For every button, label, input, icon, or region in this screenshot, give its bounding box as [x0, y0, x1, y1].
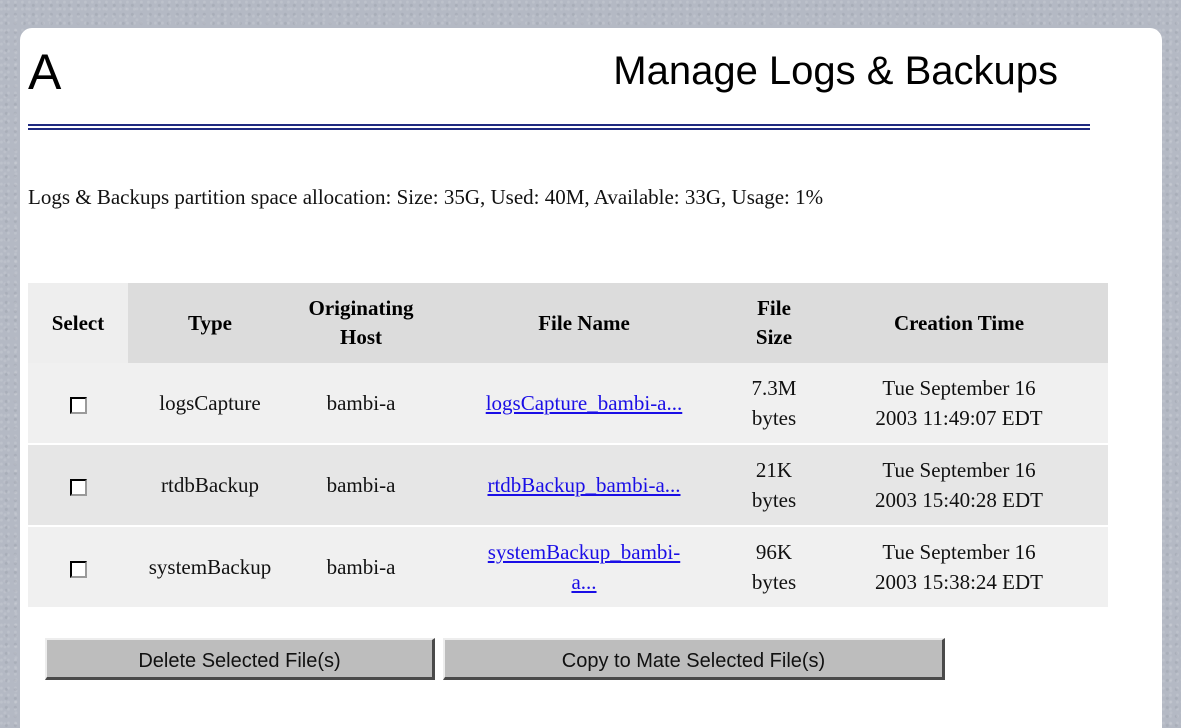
- creation-time-cell: Tue September 16 2003 15:38:24 EDT: [810, 525, 1108, 607]
- table-row: logsCapture bambi-a logsCapture_bambi-a.…: [28, 363, 1108, 444]
- creation-time-cell: Tue September 16 2003 15:40:28 EDT: [810, 443, 1108, 526]
- file-size-unit: bytes: [751, 488, 797, 512]
- host-cell: bambi-a: [292, 363, 430, 444]
- header-divider: [28, 124, 1090, 126]
- select-checkbox[interactable]: [69, 560, 87, 578]
- file-name-cell: logsCapture_bambi-a...: [430, 363, 738, 444]
- file-name-link[interactable]: logsCapture_bambi-a...: [486, 391, 683, 415]
- file-name-cell: systemBackup_bambi-a...: [430, 525, 738, 607]
- select-cell: [28, 443, 128, 526]
- column-header-originating-host: Originating Host: [292, 283, 430, 363]
- file-size-value: 7.3M: [751, 376, 797, 400]
- delete-selected-files-button[interactable]: Delete Selected File(s): [45, 638, 435, 680]
- creation-time-line2: 2003 15:38:24 EDT: [875, 570, 1043, 594]
- table-header-row: Select Type Originating Host File Name F…: [28, 283, 1108, 363]
- file-size-value: 96K: [755, 540, 793, 564]
- select-cell: [28, 363, 128, 444]
- file-name-line1: rtdbBackup_bambi-a...: [487, 473, 681, 497]
- file-size-unit: bytes: [751, 406, 797, 430]
- partition-space-info: Logs & Backups partition space allocatio…: [28, 185, 824, 209]
- select-checkbox[interactable]: [69, 478, 87, 496]
- table-row: systemBackup bambi-a systemBackup_bambi-…: [28, 525, 1108, 607]
- column-header-size-line1: File: [757, 296, 791, 320]
- creation-time-line2: 2003 11:49:07 EDT: [875, 406, 1043, 430]
- table-row: rtdbBackup bambi-a rtdbBackup_bambi-a...…: [28, 443, 1108, 526]
- column-header-file-name: File Name: [430, 283, 738, 363]
- column-header-size-line2: Size: [755, 325, 793, 349]
- file-name-line1: logsCapture_bambi-a...: [485, 391, 683, 415]
- file-size-cell: 7.3M bytes: [738, 363, 810, 444]
- page-header: A Manage Logs & Backups: [28, 44, 1090, 130]
- logo: A: [28, 44, 62, 100]
- column-header-host-line1: Originating: [308, 296, 414, 320]
- type-cell: logsCapture: [128, 363, 292, 444]
- header-divider: [28, 128, 1090, 130]
- files-table: Select Type Originating Host File Name F…: [28, 283, 1108, 607]
- copy-to-mate-button[interactable]: Copy to Mate Selected File(s): [443, 638, 945, 680]
- creation-time-line1: Tue September 16: [882, 458, 1036, 482]
- file-size-value: 21K: [755, 458, 793, 482]
- column-header-creation-time: Creation Time: [810, 283, 1108, 363]
- page-title: Manage Logs & Backups: [613, 49, 1058, 93]
- file-size-cell: 96K bytes: [738, 525, 810, 607]
- file-size-cell: 21K bytes: [738, 443, 810, 526]
- file-name-cell: rtdbBackup_bambi-a...: [430, 443, 738, 526]
- host-cell: bambi-a: [292, 443, 430, 526]
- file-name-line1: systemBackup_bambi-: [487, 540, 681, 564]
- type-cell: rtdbBackup: [128, 443, 292, 526]
- host-cell: bambi-a: [292, 525, 430, 607]
- column-header-host-line2: Host: [340, 325, 382, 349]
- file-name-link[interactable]: systemBackup_bambi-a...: [488, 540, 680, 594]
- file-name-link[interactable]: rtdbBackup_bambi-a...: [487, 473, 680, 497]
- select-checkbox[interactable]: [69, 396, 87, 414]
- column-header-select: Select: [28, 283, 128, 363]
- select-cell: [28, 525, 128, 607]
- creation-time-line1: Tue September 16: [882, 540, 1036, 564]
- column-header-file-size: File Size: [738, 283, 810, 363]
- file-name-line2: a...: [571, 570, 597, 594]
- creation-time-cell: Tue September 16 2003 11:49:07 EDT: [810, 363, 1108, 444]
- file-size-unit: bytes: [751, 570, 797, 594]
- column-header-type: Type: [128, 283, 292, 363]
- type-cell: systemBackup: [128, 525, 292, 607]
- creation-time-line2: 2003 15:40:28 EDT: [875, 488, 1043, 512]
- creation-time-line1: Tue September 16: [882, 376, 1036, 400]
